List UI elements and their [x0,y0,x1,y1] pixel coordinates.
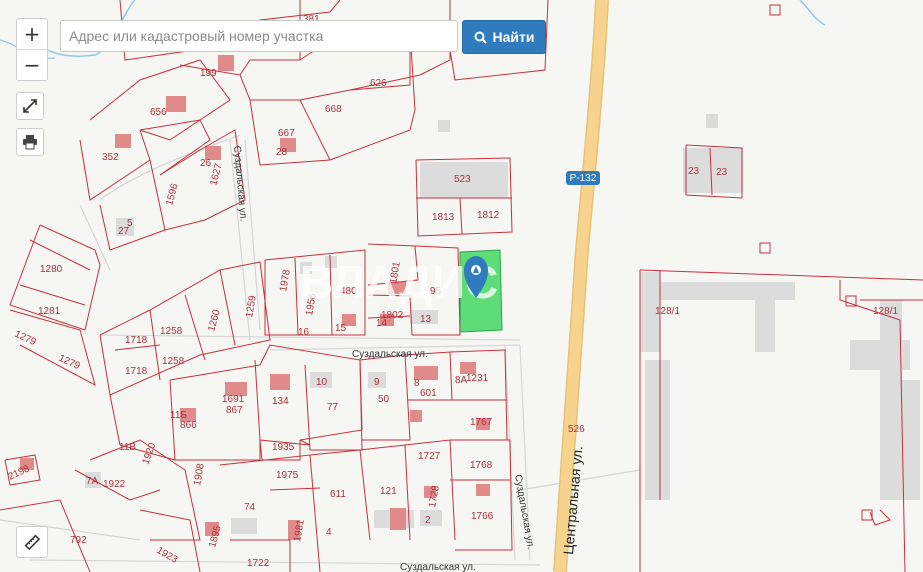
svg-text:1722: 1722 [247,558,270,569]
svg-text:866: 866 [180,420,197,431]
svg-text:1281: 1281 [38,306,61,317]
svg-text:1812: 1812 [477,210,500,221]
svg-text:28: 28 [276,147,288,158]
svg-text:23: 23 [688,166,700,177]
zoom-in-button[interactable]: + [17,19,47,49]
measure-tool-button[interactable] [16,526,48,558]
printer-icon [23,135,37,150]
cadastral-map[interactable]: 381 199 626 656 668 352 667 28 26 1596 1… [0,0,923,572]
svg-text:1767: 1767 [470,417,493,428]
svg-text:668: 668 [325,104,342,115]
expand-icon [23,99,37,113]
svg-text:121: 121 [380,486,397,497]
svg-text:10: 10 [316,377,328,388]
search-button[interactable]: Найти [462,20,546,54]
svg-text:199: 199 [200,68,217,79]
svg-text:667: 667 [278,128,295,139]
svg-text:611: 611 [330,489,346,500]
svg-text:626: 626 [370,78,387,89]
svg-text:1231: 1231 [466,373,489,384]
svg-text:128/1: 128/1 [873,306,898,317]
svg-text:792: 792 [70,535,87,546]
svg-text:1975: 1975 [276,470,299,481]
address-search-input[interactable] [60,20,458,52]
svg-text:601: 601 [420,388,437,399]
svg-text:Р-132: Р-132 [570,173,597,184]
svg-text:1935: 1935 [272,442,295,453]
svg-text:15: 15 [335,323,347,334]
svg-text:523: 523 [454,174,471,185]
zoom-control: + − [16,18,48,81]
svg-text:1718: 1718 [125,366,148,377]
print-button[interactable] [16,128,44,156]
svg-text:1691: 1691 [222,394,245,405]
svg-text:27: 27 [118,226,130,237]
svg-text:128/1: 128/1 [655,306,680,317]
svg-text:14: 14 [376,318,388,329]
svg-text:77: 77 [327,402,339,413]
street-label-suzdalskaya: Суздальская ул. [352,349,428,360]
road-badge: Р-132 [566,171,600,185]
ruler-icon [24,534,41,551]
svg-text:1258: 1258 [162,356,185,367]
svg-text:50: 50 [378,394,390,405]
svg-text:1813: 1813 [432,212,455,223]
svg-text:1280: 1280 [40,264,63,275]
svg-text:1718: 1718 [125,335,148,346]
svg-text:16: 16 [298,327,310,338]
svg-text:526: 526 [568,424,585,435]
svg-text:26: 26 [200,158,212,169]
zoom-out-button[interactable]: − [17,49,47,80]
svg-text:2: 2 [425,515,431,526]
svg-text:23: 23 [716,167,728,178]
svg-text:1922: 1922 [103,479,126,490]
svg-text:134: 134 [272,396,289,407]
svg-text:74: 74 [244,502,256,513]
svg-text:656: 656 [150,107,167,118]
street-label-suzdalskaya: Суздальская ул. [400,562,476,572]
svg-text:9: 9 [374,377,380,388]
svg-text:1727: 1727 [418,451,441,462]
svg-text:867: 867 [226,405,243,416]
svg-text:7А: 7А [86,476,99,487]
svg-text:1766: 1766 [471,511,494,522]
search-icon [474,31,487,44]
svg-text:352: 352 [102,152,119,163]
fullscreen-button[interactable] [16,92,44,120]
svg-text:1768: 1768 [470,460,493,471]
svg-text:11В: 11В [119,442,136,453]
svg-text:13: 13 [420,314,432,325]
svg-text:1258: 1258 [160,326,183,337]
svg-text:4: 4 [326,527,332,538]
search-button-label: Найти [492,29,535,45]
